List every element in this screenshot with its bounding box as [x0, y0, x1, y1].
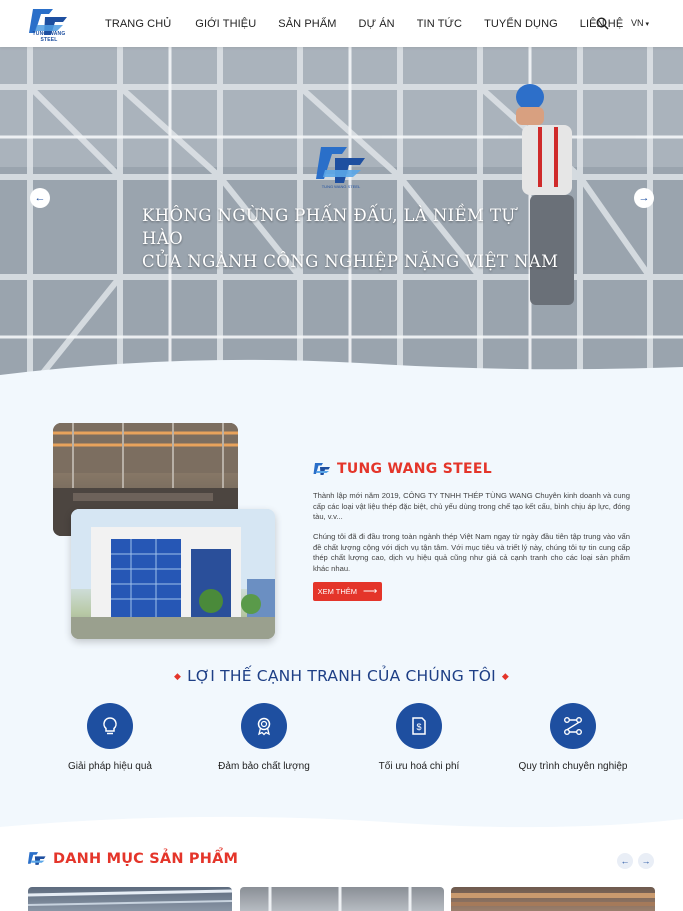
brand-logo-icon [27, 852, 46, 865]
nav-projects[interactable]: DỰ ÁN [359, 18, 395, 30]
advantages-heading: ◆ LỢI THẾ CẠNH TRANH CỦA CHÚNG TÔI ◆ [0, 667, 683, 685]
arrow-right-icon: → [638, 192, 650, 204]
hero-next-button[interactable]: → [634, 188, 654, 208]
advantage-label: Giải pháp hiệu quả [68, 761, 152, 772]
hero-banner: TUNG WANG STEEL KHÔNG NGỪNG PHẤN ĐẤU, LÀ… [0, 47, 683, 389]
nav-home[interactable]: TRANG CHỦ [105, 18, 171, 30]
advantages-title: LỢI THẾ CẠNH TRANH CỦA CHÚNG TÔI [187, 667, 496, 685]
nav-products[interactable]: SẢN PHẨM [278, 18, 336, 30]
about-heading: TUNG WANG STEEL [313, 461, 492, 477]
search-icon[interactable] [596, 17, 609, 30]
product-card-image[interactable] [240, 887, 444, 911]
language-label: VN [631, 18, 644, 28]
products-next-button[interactable]: → [638, 853, 654, 869]
arrow-left-icon: ← [620, 856, 630, 866]
hero-title-line2: CỦA NGÀNH CÔNG NGHIỆP NẶNG VIỆT NAM [142, 252, 559, 271]
products-title: DANH MỤC SẢN PHẨM [53, 851, 239, 867]
logo[interactable]: TUNG WANG STEEL [27, 5, 71, 43]
products-heading: DANH MỤC SẢN PHẨM [27, 851, 238, 867]
logo-text: TUNG WANG STEEL [32, 31, 66, 43]
advantage-item: Quy trình chuyên nghiệp [498, 703, 648, 772]
about-title: TUNG WANG STEEL [337, 461, 492, 477]
svg-text:$: $ [416, 722, 421, 732]
award-icon [241, 703, 287, 749]
read-more-button[interactable]: XEM THÊM ⟶ [313, 582, 382, 601]
product-card-image[interactable] [451, 887, 655, 911]
diamond-left-icon: ◆ [173, 671, 182, 682]
arrow-left-icon: ← [34, 192, 46, 204]
products-prev-button[interactable]: ← [617, 853, 633, 869]
site-header: TUNG WANG STEEL TRANG CHỦ GIỚI THIỆU SẢN… [0, 0, 683, 47]
lightbulb-icon [87, 703, 133, 749]
advantage-label: Tối ưu hoá chi phí [378, 761, 460, 772]
product-card-image[interactable] [28, 887, 232, 911]
advantage-item: Đảm bảo chất lượng [189, 703, 339, 772]
hero-prev-button[interactable]: ← [30, 188, 50, 208]
nav-news[interactable]: TIN TỨC [417, 18, 462, 30]
about-paragraph-2: Chúng tôi đã đi đầu trong toàn ngành thé… [313, 532, 630, 573]
caret-down-icon: ▾ [643, 21, 649, 28]
advantage-item: $ Tối ưu hoá chi phí [344, 703, 494, 772]
advantage-item: Giải pháp hiệu quả [35, 703, 185, 772]
invoice-dollar-icon: $ [396, 703, 442, 749]
hero-logo-icon: TUNG WANG STEEL [316, 147, 365, 189]
advantage-label: Đảm bảo chất lượng [218, 761, 310, 772]
workflow-icon [550, 703, 596, 749]
nav-careers[interactable]: TUYỂN DỤNG [484, 18, 558, 30]
read-more-label: XEM THÊM [317, 587, 358, 596]
arrow-right-icon: → [641, 856, 651, 866]
diamond-right-icon: ◆ [501, 671, 510, 682]
main-nav: TRANG CHỦ GIỚI THIỆU SẢN PHẨM DỰ ÁN TIN … [105, 0, 645, 47]
about-paragraph-1: Thành lập mới năm 2019, CÔNG TY TNHH THÉ… [313, 491, 630, 522]
language-selector[interactable]: VN ▾ [631, 18, 649, 28]
hero-wave-divider [0, 359, 683, 389]
hero-title: KHÔNG NGỪNG PHẤN ĐẤU, LÀ NIỀM TỰ HÀO CỦA… [142, 204, 562, 273]
brand-logo-icon [313, 462, 330, 475]
arrow-right-icon: ⟶ [363, 586, 378, 597]
advantage-label: Quy trình chuyên nghiệp [518, 761, 628, 772]
office-building-image [71, 509, 275, 639]
hero-title-line1: KHÔNG NGỪNG PHẤN ĐẤU, LÀ NIỀM TỰ HÀO [142, 206, 516, 248]
nav-about[interactable]: GIỚI THIỆU [195, 18, 256, 30]
hero-logo-text: TUNG WANG STEEL [322, 184, 361, 189]
